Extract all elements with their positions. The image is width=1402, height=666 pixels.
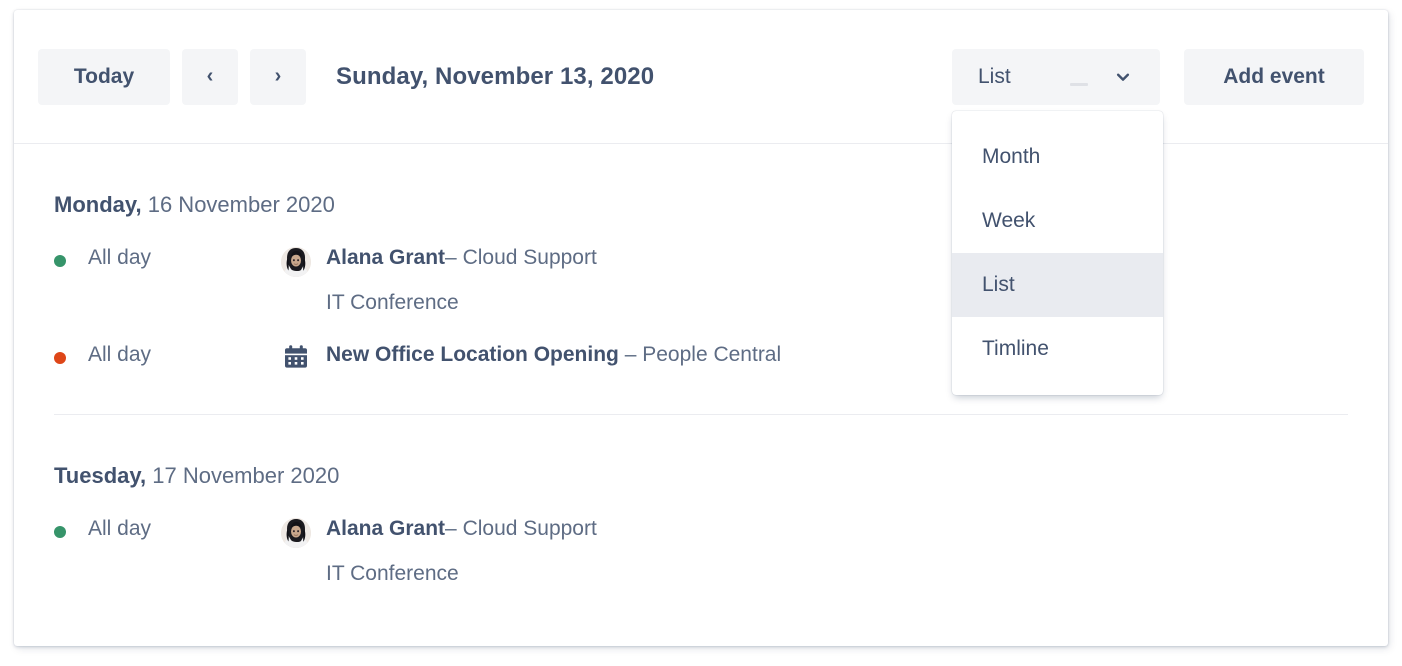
view-option-label: Week: [982, 208, 1036, 232]
day-date: 16 November 2020: [147, 192, 335, 217]
event-title: New Office Location Opening: [326, 343, 619, 367]
agenda-list: Monday, 16 November 2020 All day Alana G…: [14, 144, 1388, 586]
view-select-value: List: [978, 64, 1011, 88]
view-option-label: List: [982, 272, 1015, 296]
chevron-down-icon: [1116, 73, 1130, 81]
event-time: All day: [88, 246, 152, 269]
view-dropdown-menu: Month Week List Timline: [952, 110, 1163, 395]
today-button[interactable]: Today: [38, 48, 170, 105]
event-title: Alana Grant: [326, 246, 446, 269]
event-separator: –: [445, 517, 457, 541]
calendar-card: Today ‹ › Sunday, November 13, 2020 List…: [14, 10, 1388, 646]
day-group: Tuesday, 17 November 2020 All day Alana …: [14, 415, 1388, 586]
event-separator: –: [445, 246, 457, 269]
view-option-list[interactable]: List: [952, 252, 1163, 317]
navigation-button-group: Today ‹ ›: [38, 48, 306, 105]
day-date: 17 November 2020: [152, 463, 340, 489]
event-title-line: Alana Grant– Cloud Support: [326, 517, 597, 540]
day-heading: Monday, 16 November 2020: [38, 144, 1364, 218]
avatar: [280, 247, 312, 277]
view-option-label: Timline: [982, 336, 1049, 360]
view-option-week[interactable]: Week: [952, 189, 1163, 253]
event-row[interactable]: All day: [38, 246, 1364, 315]
event-time: All day: [88, 517, 152, 541]
view-select-placeholder-mark: [1070, 82, 1088, 86]
event-subject: Cloud Support: [462, 517, 597, 541]
event-subject: Cloud Support: [462, 246, 597, 269]
add-event-button[interactable]: Add event: [1184, 48, 1364, 105]
avatar-icon: [281, 247, 311, 277]
view-option-month[interactable]: Month: [952, 125, 1163, 189]
avatar-icon: [281, 518, 311, 549]
event-status-dot: [54, 255, 66, 267]
day-weekday: Tuesday,: [54, 463, 147, 489]
event-time: All day: [88, 343, 152, 367]
calendar-toolbar: Today ‹ › Sunday, November 13, 2020 List…: [14, 10, 1388, 395]
event-row[interactable]: All day: [38, 343, 1364, 370]
day-heading: Tuesday, 17 November 2020: [38, 415, 1364, 489]
event-details: New Office Location Opening – People Cen…: [326, 343, 781, 366]
calendar-icon: [285, 345, 307, 368]
event-subtitle: IT Conference: [326, 291, 459, 315]
event-title-line: Alana Grant– Cloud Support: [326, 246, 597, 269]
toolbar-actions: List Month Week List Timline Add event: [952, 48, 1364, 395]
event-type-icon: [280, 344, 312, 370]
page-title: Sunday, November 13, 2020: [336, 62, 655, 90]
view-option-label: Month: [982, 144, 1041, 168]
event-subtitle: IT Conference: [326, 562, 459, 586]
avatar: [280, 518, 312, 549]
event-title: Alana Grant: [326, 517, 446, 541]
next-period-button[interactable]: ›: [250, 48, 306, 105]
event-status-dot: [54, 352, 66, 365]
day-weekday: Monday,: [54, 192, 142, 217]
view-select[interactable]: List Month Week List Timline: [952, 48, 1163, 395]
event-details: Alana Grant– Cloud Support IT Conference: [326, 517, 597, 586]
view-option-timline[interactable]: Timline: [952, 317, 1163, 381]
previous-period-button[interactable]: ‹: [182, 48, 238, 105]
event-separator: –: [624, 343, 637, 367]
event-subject: People Central: [642, 343, 782, 367]
day-group: Monday, 16 November 2020 All day Alana G…: [14, 144, 1388, 416]
event-title-line: New Office Location Opening – People Cen…: [326, 343, 781, 366]
event-row[interactable]: All day: [38, 517, 1364, 586]
event-status-dot: [54, 526, 66, 539]
event-details: Alana Grant– Cloud Support IT Conference: [326, 246, 597, 315]
